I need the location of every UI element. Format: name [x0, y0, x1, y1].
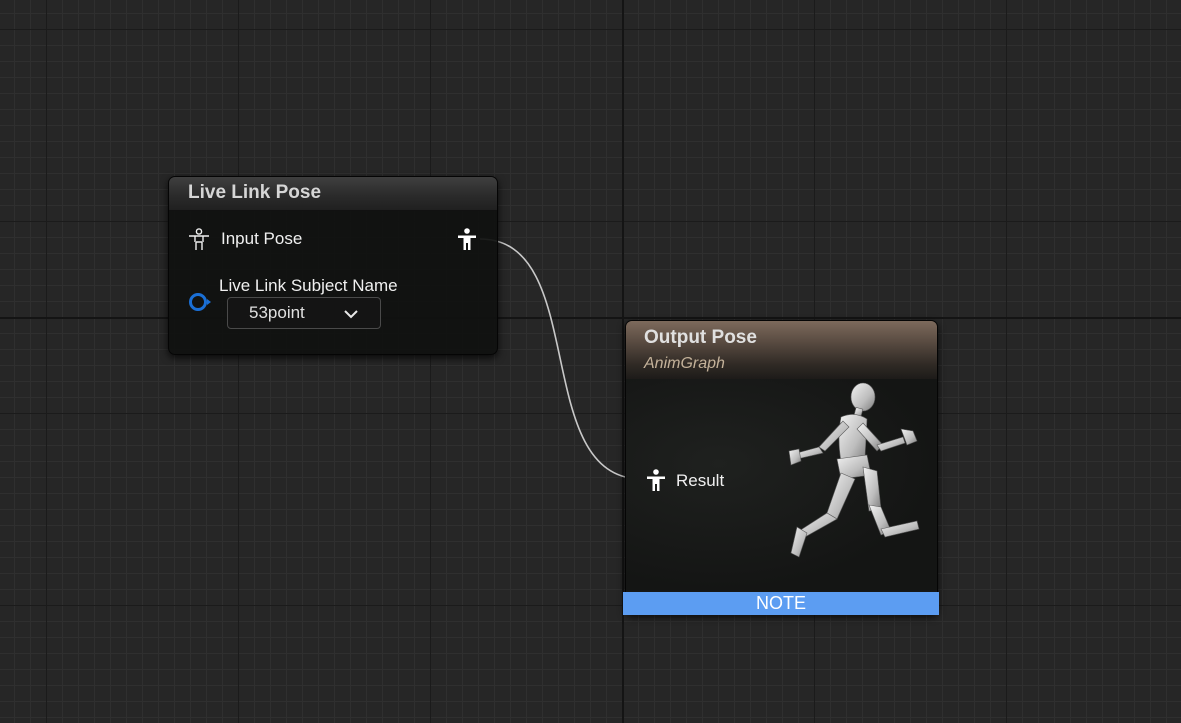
- live-link-pose-title: Live Link Pose: [188, 182, 322, 203]
- output-pose-subtitle: AnimGraph: [644, 355, 725, 372]
- note-bar[interactable]: NOTE: [623, 592, 939, 615]
- anim-graph-canvas[interactable]: Live Link Pose Input Pose Live Link Subj…: [0, 0, 1181, 723]
- output-pose-title: Output Pose: [644, 327, 757, 348]
- input-pose-pin-icon[interactable]: [187, 227, 211, 251]
- pose-wire-path[interactable]: [479, 238, 643, 480]
- result-label: Result: [676, 471, 725, 490]
- output-pose-node[interactable]: Output Pose AnimGraph Result: [625, 320, 938, 614]
- subject-name-value: 53point: [249, 303, 305, 322]
- subject-name-dropdown[interactable]: 53point: [227, 297, 381, 329]
- output-pose-pin-icon[interactable]: [455, 227, 479, 251]
- chevron-down-icon[interactable]: [343, 306, 359, 322]
- result-pose-pin-icon[interactable]: [644, 468, 668, 492]
- live-link-pose-node[interactable]: Live Link Pose Input Pose Live Link Subj…: [168, 176, 498, 355]
- running-mannequin-icon: [788, 382, 920, 558]
- pose-wire[interactable]: [0, 0, 1181, 723]
- subject-name-pin-icon[interactable]: [188, 290, 212, 314]
- subject-name-label: Live Link Subject Name: [219, 276, 398, 295]
- input-pose-label: Input Pose: [221, 229, 303, 248]
